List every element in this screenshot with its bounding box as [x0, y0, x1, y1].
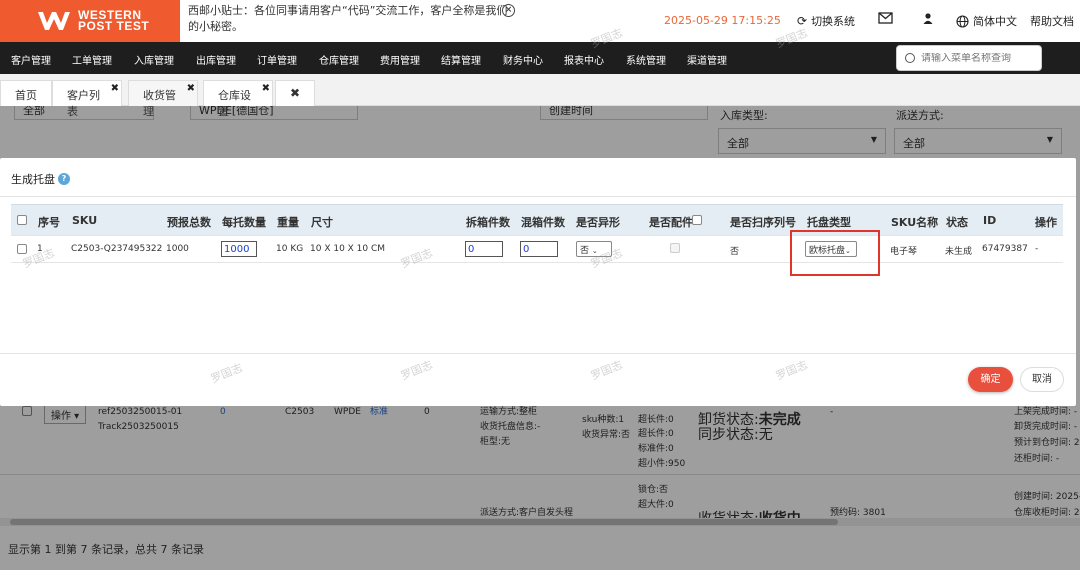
header-mixed-count: 混箱件数 — [521, 216, 565, 229]
language-button[interactable]: 简体中文 — [956, 13, 1017, 29]
nav-item-order[interactable]: 订单管理 — [257, 52, 297, 67]
header-scan-serial: 是否扫序列号 — [730, 216, 796, 229]
table-row: 1 C2503-Q237495322 1000 10 KG 10 X 10 X … — [11, 235, 1063, 263]
cancel-button[interactable]: 取消 — [1020, 367, 1064, 392]
close-tab-icon[interactable]: ✖ — [262, 83, 270, 94]
tab-home[interactable]: 首页 — [0, 80, 52, 106]
row-checkbox[interactable] — [17, 244, 27, 254]
header-unbox-count: 拆箱件数 — [466, 216, 510, 229]
nav-item-outbound[interactable]: 出库管理 — [196, 52, 236, 67]
header-status: 状态 — [946, 216, 968, 229]
brand-logo[interactable]: WESTERN POST TEST — [0, 0, 180, 42]
help-doc-link[interactable]: 帮助文档 — [1030, 13, 1074, 29]
row-status: 未生成 — [945, 247, 973, 257]
pallet-type-highlight — [790, 230, 880, 276]
help-icon[interactable]: ? — [58, 173, 70, 185]
nav-item-settlement[interactable]: 结算管理 — [441, 52, 481, 67]
header-index: 序号 — [38, 216, 60, 229]
top-bar: WESTERN POST TEST 西邮小贴士：各位同事请用客户“代码”交流工作… — [0, 0, 1080, 42]
confirm-button[interactable]: 确定 — [968, 367, 1013, 392]
table-header: 序号 SKU 预报总数 每托数量 重量 尺寸 拆箱件数 混箱件数 是否异形 是否… — [11, 204, 1063, 235]
tab-customer-list[interactable]: 客户列表 ✖ — [52, 80, 122, 118]
row-id: 67479387 — [982, 244, 1028, 254]
header-per-pallet: 每托数量 — [222, 216, 266, 229]
header-sku-name: SKU名称 — [891, 216, 939, 229]
logo-line2: POST TEST — [78, 19, 150, 33]
pagination-info: 显示第 1 到第 7 条记录，总共 7 条记录 — [8, 543, 204, 556]
tip-message: 西邮小贴士：各位同事请用客户“代码”交流工作，客户全称是我们的小秘密。 — [188, 4, 508, 33]
menu-search-input[interactable] — [921, 52, 1036, 64]
header-sku: SKU — [72, 214, 98, 227]
nav-item-report[interactable]: 报表中心 — [564, 52, 604, 67]
user-button[interactable] — [923, 13, 933, 24]
tab-bar: 首页 客户列表 ✖ 收货管理 ✖ 仓库设置 ✖ ✖ — [0, 74, 1080, 118]
switch-system-label: 切换系统 — [811, 15, 856, 28]
logo-text: WESTERN POST TEST — [78, 9, 150, 33]
unbox-count-input[interactable] — [465, 241, 503, 257]
menu-search-box[interactable] — [896, 45, 1042, 71]
row-weight: 10 KG — [276, 244, 304, 254]
header-irregular: 是否异形 — [576, 216, 620, 229]
help-doc-label: 帮助文档 — [1030, 15, 1074, 28]
header-accessory: 是否配件 — [649, 216, 693, 229]
irregular-value: 否 — [580, 246, 590, 256]
accessory-all-checkbox[interactable] — [692, 215, 702, 225]
refresh-icon: ⟳ — [797, 14, 808, 28]
row-index: 1 — [37, 244, 43, 254]
search-icon — [905, 53, 915, 63]
nav-item-channel[interactable]: 渠道管理 — [687, 52, 727, 67]
chevron-down-icon: ⌄ — [591, 247, 598, 255]
row-size: 10 X 10 X 10 CM — [310, 244, 386, 254]
row-sku-name: 电子琴 — [890, 247, 918, 257]
header-forecast-total: 预报总数 — [167, 216, 211, 229]
nav-item-ticket[interactable]: 工单管理 — [72, 52, 112, 67]
row-forecast-total: 1000 — [166, 244, 189, 254]
header-action: 操作 — [1035, 216, 1057, 229]
nav-item-system[interactable]: 系统管理 — [626, 52, 666, 67]
close-all-tabs-button[interactable]: ✖ — [275, 80, 315, 106]
modal-title: 生成托盘 ? — [11, 171, 70, 187]
row-sku: C2503-Q237495322 — [71, 244, 163, 254]
close-tab-icon[interactable]: ✖ — [111, 83, 119, 94]
mail-icon — [878, 12, 893, 24]
row-action: - — [1035, 244, 1039, 254]
header-pallet-type: 托盘类型 — [807, 216, 851, 229]
nav-item-warehouse[interactable]: 仓库管理 — [319, 52, 359, 67]
mail-button[interactable] — [878, 12, 893, 24]
per-pallet-input[interactable] — [221, 241, 257, 257]
logo-w-icon — [36, 9, 72, 33]
irregular-select[interactable]: 否 ⌄ — [576, 241, 612, 257]
tab-warehouse-settings[interactable]: 仓库设置 ✖ — [203, 80, 273, 118]
mixed-count-input[interactable] — [520, 241, 558, 257]
nav-item-fee[interactable]: 费用管理 — [380, 52, 420, 67]
header-weight: 重量 — [277, 216, 299, 229]
close-icon: ✖ — [289, 86, 301, 100]
nav-item-finance[interactable]: 财务中心 — [503, 52, 543, 67]
switch-system-button[interactable]: ⟳ 切换系统 — [797, 13, 855, 29]
language-label: 简体中文 — [973, 15, 1017, 28]
globe-icon — [956, 14, 969, 28]
close-tab-icon[interactable]: ✖ — [187, 83, 195, 94]
current-datetime: 2025-05-29 17:15:25 — [664, 14, 781, 27]
header-size: 尺寸 — [311, 216, 333, 229]
generate-pallet-modal: 生成托盘 ? 序号 SKU 预报总数 每托数量 重量 尺寸 拆箱件数 混箱件数 … — [0, 158, 1076, 406]
nav-item-inbound[interactable]: 入库管理 — [134, 52, 174, 67]
modal-title-text: 生成托盘 — [11, 173, 55, 186]
row-scan-serial: 否 — [730, 247, 740, 257]
select-all-checkbox[interactable] — [17, 215, 27, 225]
title-divider — [0, 196, 1076, 197]
user-icon — [923, 13, 933, 24]
tab-receiving[interactable]: 收货管理 ✖ — [128, 80, 198, 118]
header-id: ID — [983, 214, 997, 227]
accessory-checkbox — [670, 243, 680, 253]
footer-divider — [0, 353, 1076, 354]
close-tip-icon[interactable]: × — [502, 4, 515, 17]
nav-item-customer[interactable]: 客户管理 — [11, 52, 51, 67]
tab-home-label: 首页 — [15, 89, 37, 102]
